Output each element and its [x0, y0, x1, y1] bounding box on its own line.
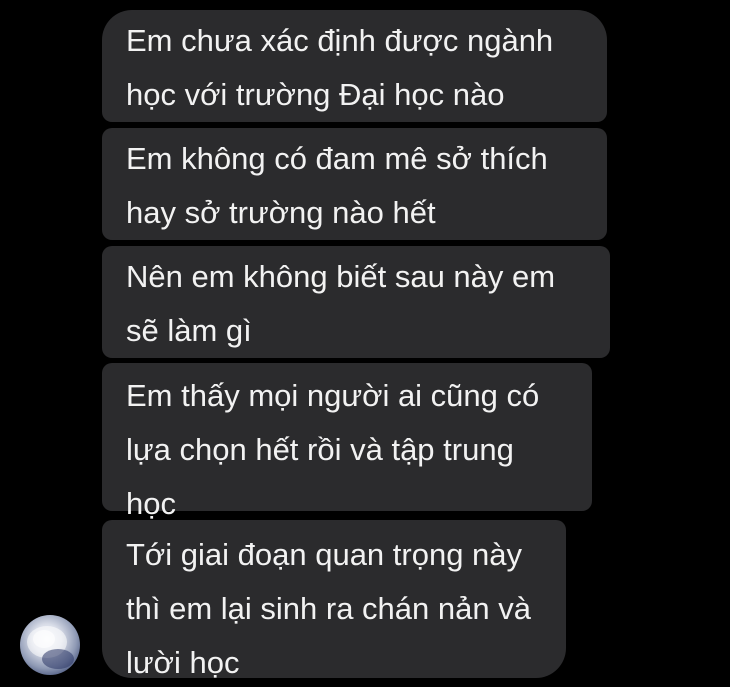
profile-avatar-icon [27, 626, 74, 669]
message-bubble[interactable]: Em không có đam mê sở thích hay sở trườn… [102, 128, 607, 240]
message-bubble[interactable]: Em chưa xác định được ngành học với trườ… [102, 10, 607, 122]
message-thread: Em chưa xác định được ngành học với trườ… [0, 0, 730, 687]
message-bubble[interactable]: Nên em không biết sau này em sẽ làm gì [102, 246, 610, 358]
message-bubble[interactable]: Em thấy mọi người ai cũng có lựa chọn hế… [102, 363, 592, 521]
sender-avatar[interactable] [20, 615, 80, 675]
message-bubble[interactable]: Tới giai đoạn quan trọng này thì em lại … [102, 520, 566, 680]
